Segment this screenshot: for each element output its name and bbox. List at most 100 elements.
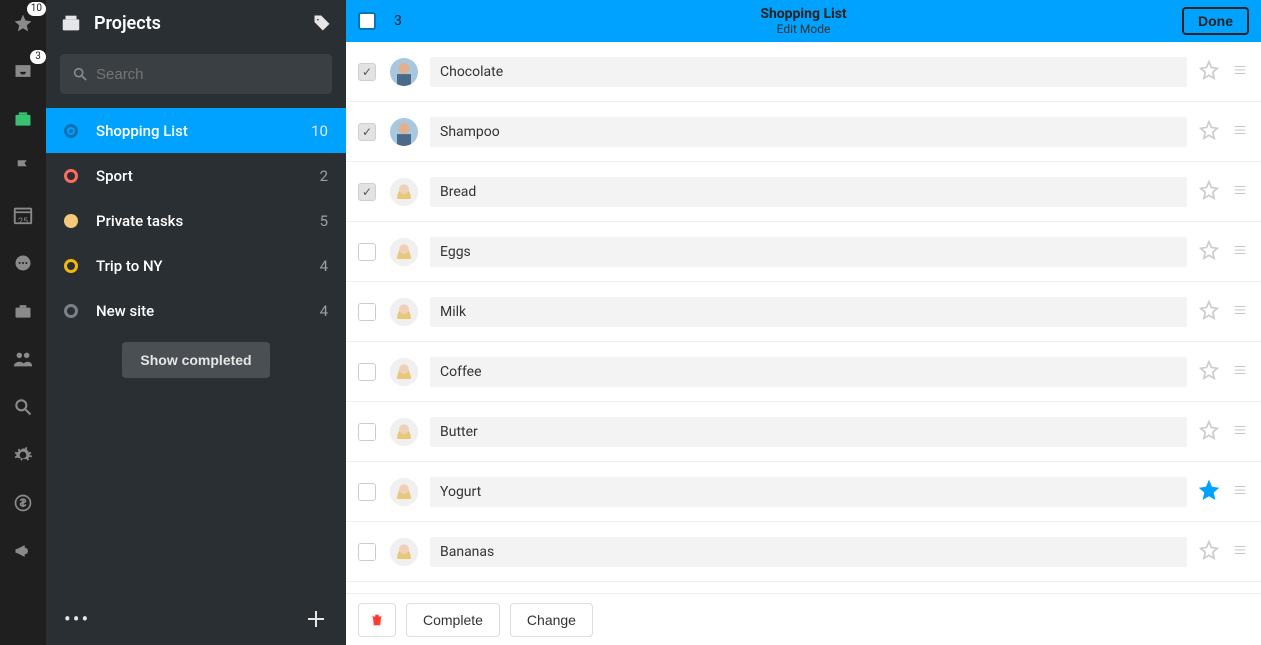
project-item[interactable]: Trip to NY4 <box>46 243 346 288</box>
people-icon <box>12 348 34 370</box>
rail-billing[interactable] <box>8 488 38 518</box>
star-toggle[interactable] <box>1199 60 1219 84</box>
megaphone-icon <box>13 541 33 561</box>
task-title[interactable]: Bananas <box>430 537 1187 567</box>
rail-settings[interactable] <box>8 440 38 470</box>
project-item[interactable]: Sport2 <box>46 153 346 198</box>
search-input[interactable] <box>60 54 332 94</box>
complete-button[interactable]: Complete <box>406 603 500 637</box>
task-title[interactable]: Butter <box>430 417 1187 447</box>
done-button[interactable]: Done <box>1182 7 1249 35</box>
rail-briefcase[interactable] <box>8 296 38 326</box>
avatar <box>390 58 418 86</box>
star-toggle[interactable] <box>1199 540 1219 564</box>
task-checkbox[interactable] <box>358 483 376 501</box>
task-row[interactable]: Eggs <box>346 222 1261 282</box>
drag-handle[interactable] <box>1231 303 1249 321</box>
page-subtitle: Edit Mode <box>760 22 846 36</box>
star-icon <box>1199 120 1219 140</box>
select-all-checkbox[interactable] <box>358 12 376 30</box>
star-toggle[interactable] <box>1199 480 1219 504</box>
avatar <box>390 538 418 566</box>
rail-projects[interactable] <box>8 104 38 134</box>
task-checkbox[interactable] <box>358 123 376 141</box>
star-toggle[interactable] <box>1199 300 1219 324</box>
star-toggle[interactable] <box>1199 180 1219 204</box>
project-item[interactable]: Shopping List10 <box>46 108 346 153</box>
project-name: Sport <box>96 167 320 185</box>
show-completed-button[interactable]: Show completed <box>122 342 269 378</box>
project-list: Shopping List10Sport2Private tasks5Trip … <box>46 108 346 324</box>
more-menu-button[interactable]: ••• <box>64 607 90 631</box>
task-checkbox[interactable] <box>358 243 376 261</box>
avatar <box>390 418 418 446</box>
rail-calendar[interactable]: 25 <box>8 200 38 230</box>
project-color-dot <box>64 214 78 228</box>
task-title[interactable]: Coffee <box>430 357 1187 387</box>
task-title[interactable]: Chocolate <box>430 57 1187 87</box>
task-checkbox[interactable] <box>358 183 376 201</box>
drag-handle[interactable] <box>1231 483 1249 501</box>
star-toggle[interactable] <box>1199 420 1219 444</box>
sidebar-title: Projects <box>94 13 161 34</box>
project-item[interactable]: Private tasks5 <box>46 198 346 243</box>
rail-flag[interactable] <box>8 152 38 182</box>
task-checkbox[interactable] <box>358 543 376 561</box>
drag-icon <box>1231 243 1249 257</box>
avatar <box>390 118 418 146</box>
project-color-dot <box>64 304 78 318</box>
star-toggle[interactable] <box>1199 360 1219 384</box>
task-checkbox[interactable] <box>358 423 376 441</box>
topbar-center: Shopping List Edit Mode <box>760 6 846 36</box>
task-row[interactable]: Chocolate <box>346 42 1261 102</box>
trash-icon <box>370 612 384 628</box>
avatar <box>390 298 418 326</box>
task-checkbox[interactable] <box>358 363 376 381</box>
star-toggle[interactable] <box>1199 120 1219 144</box>
task-row[interactable]: Milk <box>346 282 1261 342</box>
drag-handle[interactable] <box>1231 63 1249 81</box>
star-toggle[interactable] <box>1199 240 1219 264</box>
rail-search[interactable] <box>8 392 38 422</box>
drag-handle[interactable] <box>1231 423 1249 441</box>
rail-star[interactable]: 10 <box>8 8 38 38</box>
drag-handle[interactable] <box>1231 543 1249 561</box>
rail-people[interactable] <box>8 344 38 374</box>
add-project-button[interactable] <box>304 607 328 631</box>
drag-handle[interactable] <box>1231 123 1249 141</box>
task-row[interactable]: Shampoo <box>346 102 1261 162</box>
inbox-icon <box>13 61 33 81</box>
rail-announce[interactable] <box>8 536 38 566</box>
star-icon <box>1199 240 1219 260</box>
task-title[interactable]: Bread <box>430 177 1187 207</box>
sidebar-header: Projects <box>46 0 346 46</box>
task-row[interactable]: Coffee <box>346 342 1261 402</box>
task-row[interactable]: Bread <box>346 162 1261 222</box>
sidebar-footer: ••• <box>46 593 346 645</box>
drag-handle[interactable] <box>1231 243 1249 261</box>
change-button[interactable]: Change <box>510 603 593 637</box>
project-item[interactable]: New site4 <box>46 288 346 324</box>
project-count: 10 <box>311 122 328 140</box>
task-title[interactable]: Eggs <box>430 237 1187 267</box>
drag-icon <box>1231 63 1249 77</box>
tag-icon[interactable] <box>312 13 332 33</box>
task-checkbox[interactable] <box>358 63 376 81</box>
drag-handle[interactable] <box>1231 183 1249 201</box>
task-title[interactable]: Yogurt <box>430 477 1187 507</box>
rail-inbox-badge: 3 <box>30 50 46 64</box>
project-color-dot <box>64 169 78 183</box>
task-row[interactable]: Yogurt <box>346 462 1261 522</box>
star-icon <box>1199 420 1219 440</box>
rail-chat[interactable] <box>8 248 38 278</box>
task-row[interactable]: Bananas <box>346 522 1261 582</box>
rail-inbox[interactable]: 3 <box>8 56 38 86</box>
task-title[interactable]: Milk <box>430 297 1187 327</box>
project-name: New site <box>96 302 320 320</box>
task-row[interactable]: Butter <box>346 402 1261 462</box>
star-icon <box>13 13 33 33</box>
delete-button[interactable] <box>358 603 396 637</box>
task-checkbox[interactable] <box>358 303 376 321</box>
task-title[interactable]: Shampoo <box>430 117 1187 147</box>
drag-handle[interactable] <box>1231 363 1249 381</box>
